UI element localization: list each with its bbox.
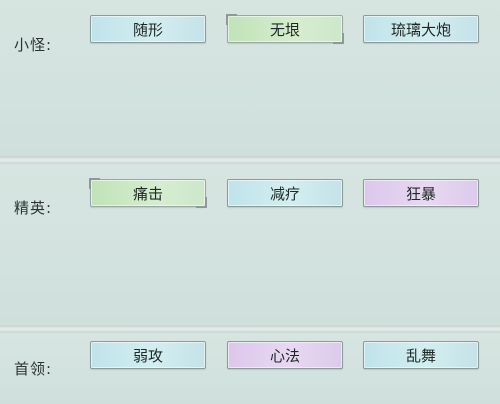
- divider: [0, 156, 500, 164]
- affix-button-wuyin[interactable]: 无垠: [226, 14, 344, 44]
- corner-ornament-icon: [333, 33, 344, 44]
- row-label-boss: 首领:: [14, 360, 53, 378]
- affix-button-label: 无垠: [269, 20, 300, 39]
- affix-button-luanwu[interactable]: 乱舞: [363, 341, 479, 369]
- affix-button-label: 弱攻: [132, 346, 163, 365]
- affix-button-tongji[interactable]: 痛击: [89, 178, 207, 208]
- row-label-minion: 小怪:: [14, 36, 53, 54]
- corner-ornament-icon: [226, 14, 237, 25]
- affix-button-ruogong[interactable]: 弱攻: [90, 341, 206, 369]
- affix-button-label: 琉璃大炮: [390, 20, 451, 39]
- affix-button-liulidapao[interactable]: 琉璃大炮: [363, 15, 479, 43]
- affix-button-label: 狂暴: [405, 184, 436, 203]
- affix-button-xinfa[interactable]: 心法: [227, 341, 343, 369]
- affix-button-label: 减疗: [269, 184, 300, 203]
- affix-button-jianliao[interactable]: 减疗: [227, 179, 343, 207]
- divider: [0, 325, 500, 333]
- affix-button-suixing[interactable]: 随形: [90, 15, 206, 43]
- affix-button-label: 随形: [132, 20, 163, 39]
- affix-button-label: 心法: [269, 346, 300, 365]
- affix-button-label: 乱舞: [405, 346, 436, 365]
- corner-ornament-icon: [89, 178, 100, 189]
- row-label-elite: 精英:: [14, 199, 53, 217]
- affix-button-kuangbao[interactable]: 狂暴: [363, 179, 479, 207]
- affix-button-label: 痛击: [132, 184, 163, 203]
- corner-ornament-icon: [196, 197, 207, 208]
